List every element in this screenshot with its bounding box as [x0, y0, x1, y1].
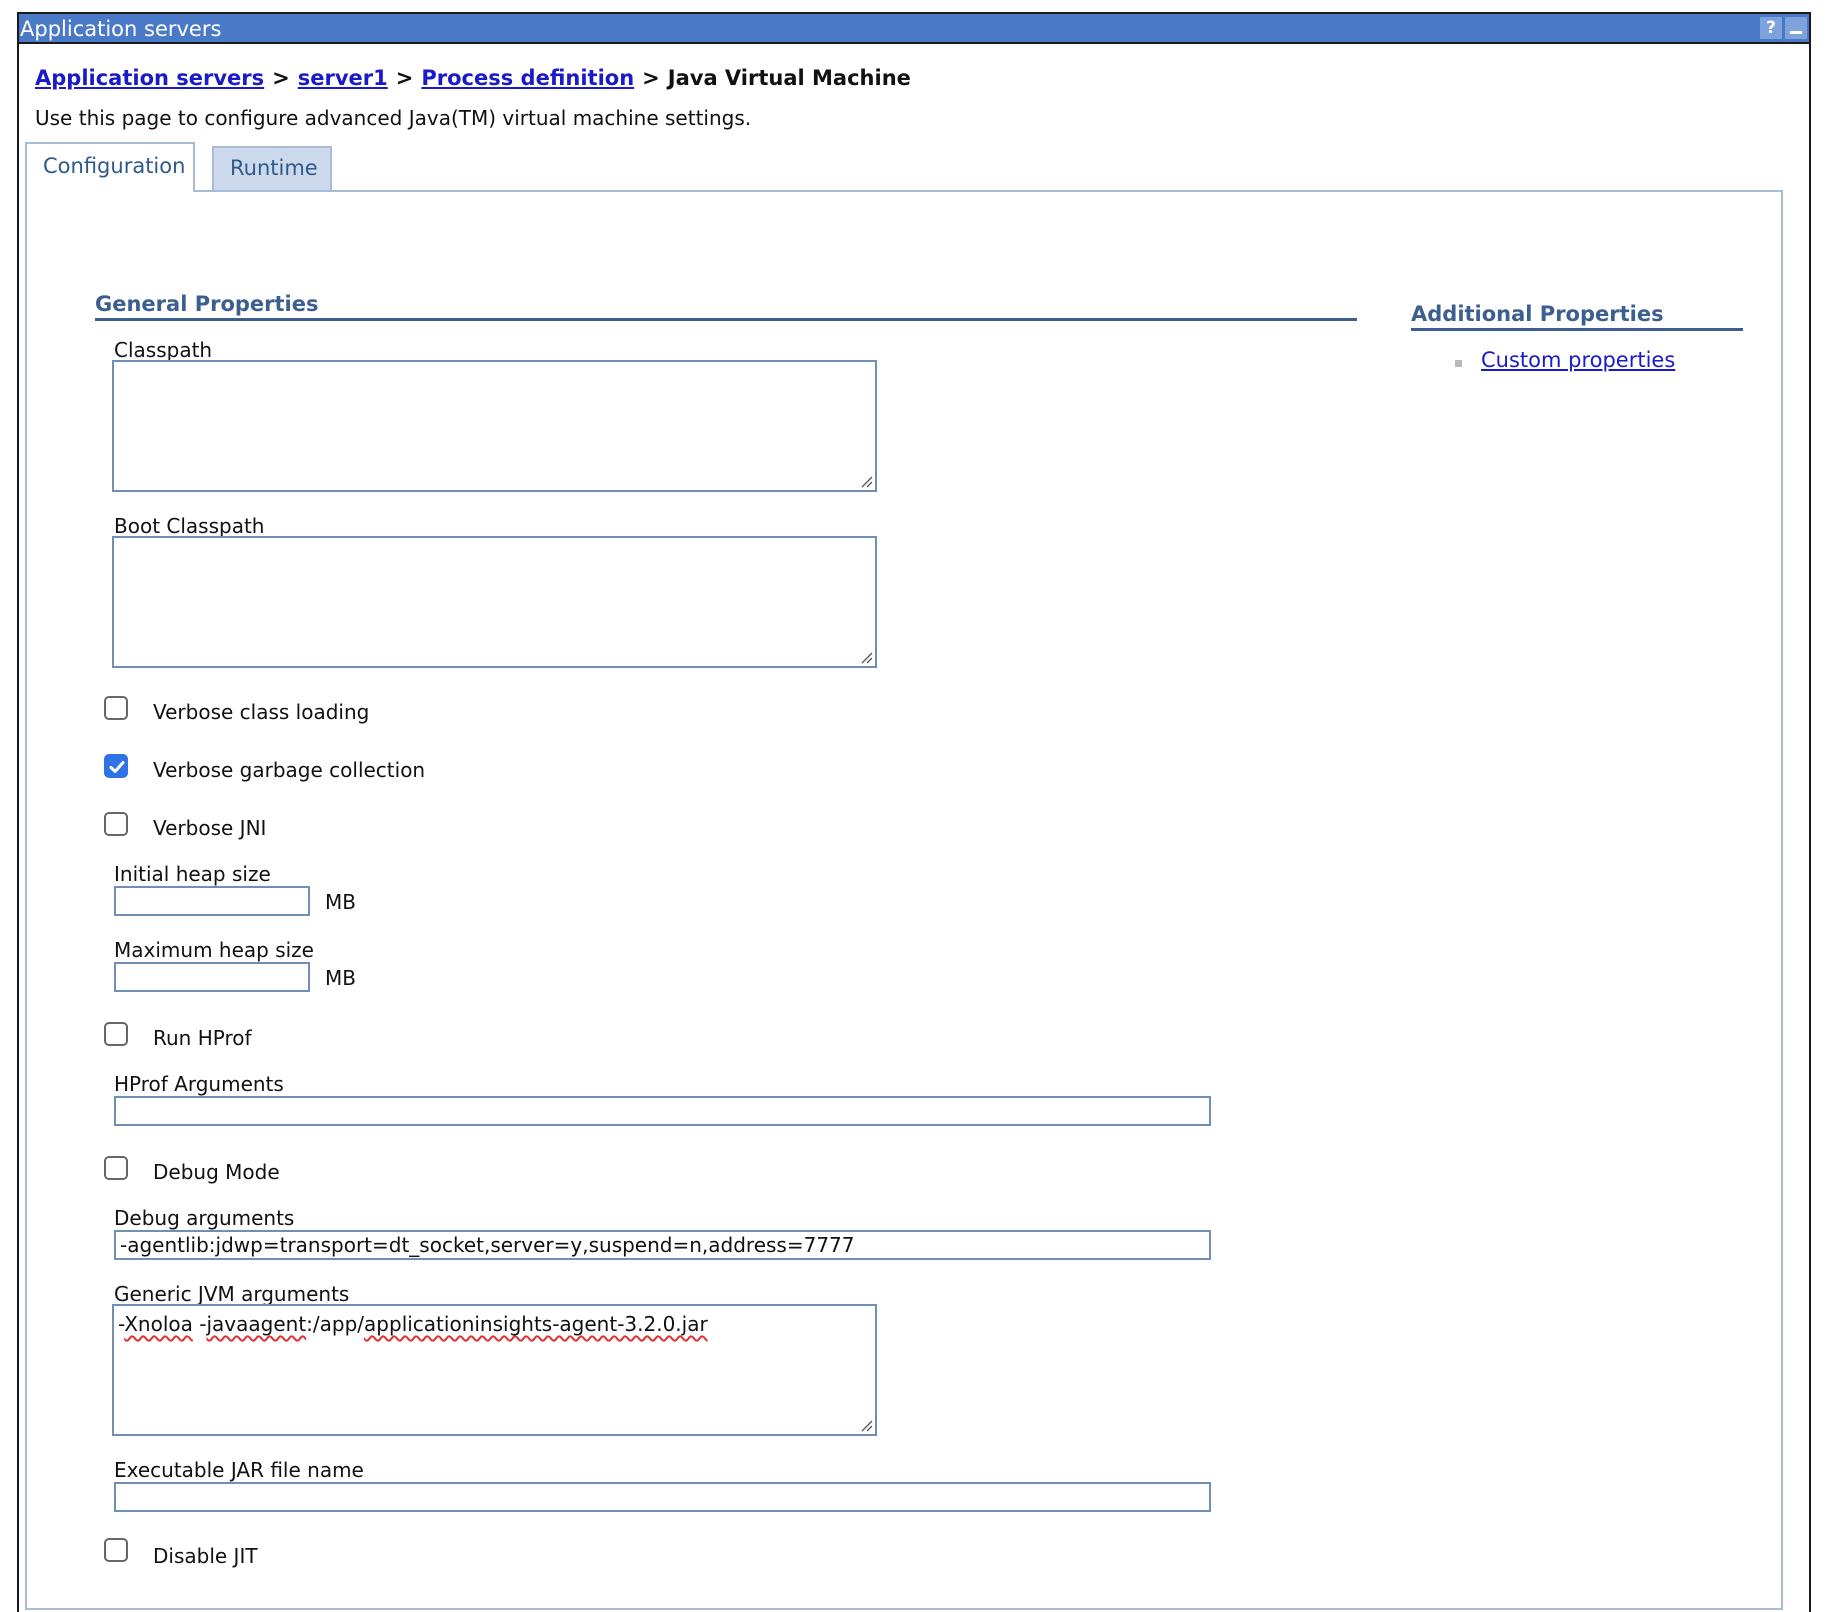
breadcrumb-separator: > — [642, 66, 660, 90]
exec-jar-input[interactable] — [114, 1482, 1211, 1512]
titlebar-icons: ? — [1760, 17, 1807, 39]
classpath-label: Classpath — [114, 338, 213, 362]
hprof-args-input[interactable] — [114, 1096, 1211, 1126]
initial-heap-label: Initial heap size — [114, 862, 271, 886]
verbose-gc-label: Verbose garbage collection — [153, 758, 426, 782]
disable-jit-checkbox[interactable] — [104, 1538, 128, 1562]
debug-mode-checkbox[interactable] — [104, 1156, 128, 1180]
tab-runtime[interactable]: Runtime — [212, 146, 332, 192]
classpath-textarea[interactable] — [112, 360, 877, 492]
generic-jvm-label: Generic JVM arguments — [114, 1282, 350, 1306]
portlet-title: Application servers — [20, 17, 222, 41]
verbose-jni-label: Verbose JNI — [153, 816, 267, 840]
check-icon — [109, 761, 125, 773]
boot-classpath-label: Boot Classpath — [114, 514, 265, 538]
disable-jit-label: Disable JIT — [153, 1544, 258, 1568]
resize-grip-icon[interactable] — [859, 1418, 873, 1432]
debug-mode-label: Debug Mode — [153, 1160, 280, 1184]
boot-classpath-textarea[interactable] — [112, 536, 877, 668]
run-hprof-label: Run HProf — [153, 1026, 252, 1050]
additional-properties-heading: Additional Properties — [1411, 302, 1743, 331]
verbose-jni-checkbox[interactable] — [104, 812, 128, 836]
verbose-class-loading-checkbox[interactable] — [104, 696, 128, 720]
breadcrumb-link-application-servers[interactable]: Application servers — [35, 66, 264, 90]
max-heap-label: Maximum heap size — [114, 938, 314, 962]
breadcrumb-link-server1[interactable]: server1 — [298, 66, 388, 90]
configuration-panel: General Properties Classpath Boot Classp… — [25, 190, 1783, 1610]
bullet-icon — [1455, 360, 1462, 367]
help-icon[interactable]: ? — [1760, 17, 1782, 39]
general-properties-heading: General Properties — [95, 292, 1357, 321]
max-heap-input[interactable] — [114, 962, 310, 992]
resize-grip-icon[interactable] — [859, 650, 873, 664]
max-heap-unit: MB — [325, 966, 356, 990]
tab-configuration[interactable]: Configuration — [25, 142, 195, 192]
debug-args-input[interactable]: -agentlib:jdwp=transport=dt_socket,serve… — [114, 1230, 1211, 1260]
breadcrumb-separator: > — [395, 66, 414, 90]
page-description: Use this page to configure advanced Java… — [35, 106, 752, 130]
portlet-titlebar: Application servers ? — [19, 14, 1809, 44]
initial-heap-input[interactable] — [114, 886, 310, 916]
resize-grip-icon[interactable] — [859, 474, 873, 488]
breadcrumb: Application servers > server1 > Process defi… — [35, 66, 911, 90]
exec-jar-label: Executable JAR file name — [114, 1458, 364, 1482]
debug-args-label: Debug arguments — [114, 1206, 295, 1230]
breadcrumb-current: Java Virtual Machine — [667, 66, 911, 90]
hprof-args-label: HProf Arguments — [114, 1072, 284, 1096]
breadcrumb-separator: > — [272, 66, 290, 90]
run-hprof-checkbox[interactable] — [104, 1022, 128, 1046]
minimize-icon[interactable] — [1785, 17, 1807, 39]
verbose-gc-checkbox[interactable] — [104, 754, 128, 778]
initial-heap-unit: MB — [325, 890, 356, 914]
breadcrumb-link-process-definition[interactable]: Process definition — [421, 66, 634, 90]
custom-properties-link[interactable]: Custom properties — [1481, 348, 1675, 372]
generic-jvm-text: -Xnoloa -javaagent:/app/applicationinsig… — [118, 1312, 708, 1336]
verbose-class-loading-label: Verbose class loading — [153, 700, 370, 724]
generic-jvm-textarea[interactable]: -Xnoloa -javaagent:/app/applicationinsig… — [112, 1304, 877, 1436]
